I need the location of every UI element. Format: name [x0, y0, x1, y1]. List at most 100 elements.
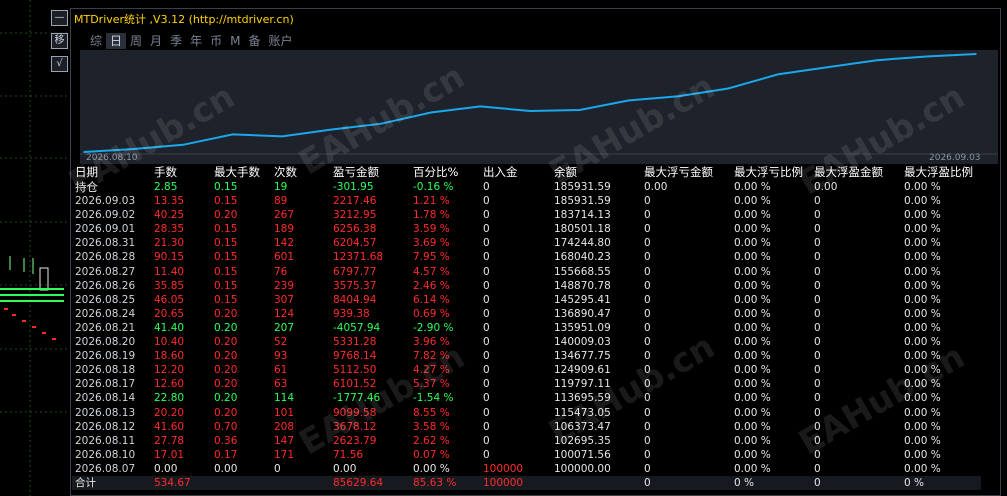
tab-magic[interactable]: M — [226, 33, 244, 49]
balance-chart-svg — [80, 53, 998, 155]
row-max-lots: 0.20 — [214, 364, 238, 377]
row-max-dd-pct: 0.00 % — [734, 265, 771, 278]
row-pnl: 0.00 — [333, 462, 357, 475]
tab-summary[interactable]: 综 — [86, 33, 106, 49]
balance-point — [182, 144, 184, 146]
row-max-dd: 0 — [644, 237, 651, 250]
row-lots: 18.60 — [154, 350, 185, 363]
holding-max-fp: 0.00 — [814, 181, 838, 193]
row-pnl: 71.56 — [333, 448, 364, 461]
holding-pnl: -301.95 — [333, 181, 374, 193]
row-balance: 134677.75 — [554, 350, 611, 363]
row-count: 52 — [274, 336, 288, 349]
row-pct: 6.14 % — [413, 293, 450, 306]
row-max-dd: 0 — [644, 336, 651, 349]
holding-max-dd-pct: 0.00 % — [734, 181, 771, 193]
row-max-dd-pct: 0.00 % — [734, 420, 771, 433]
tab-note[interactable]: 备 — [244, 33, 264, 49]
table-row: 2026.08.07 0.00 0.00 0 0.00 0.00 % 100000 10000… — [72, 462, 981, 476]
balance-point — [876, 59, 878, 61]
holding-io: 0 — [483, 181, 490, 193]
row-balance: 106373.47 — [554, 420, 611, 433]
row-max-dd: 0 — [644, 251, 651, 264]
row-pct: 2.46 % — [413, 279, 450, 292]
tab-quarter[interactable]: 季 — [166, 33, 186, 49]
row-lots: 11.40 — [154, 265, 185, 278]
row-balance: 102695.35 — [554, 434, 611, 447]
chart-end-date: 2026.09.03 — [929, 153, 981, 163]
row-date: 2026.08.12 — [75, 420, 136, 433]
table-row: 2026.08.26 35.85 0.15 239 3575.37 2.46 % 0 1488… — [72, 279, 981, 293]
row-pnl: 6101.52 — [333, 378, 377, 391]
tab-week[interactable]: 周 — [126, 33, 146, 49]
minimize-button[interactable]: — — [51, 10, 68, 26]
daily-stats-table: 日期 手数 最大手数 次数 盈亏金额 百分比% 出入金 余额 最大浮亏金额 最大… — [72, 165, 981, 491]
table-row: 2026.09.03 13.35 0.15 89 2217.46 1.21 % 0 18593… — [72, 194, 981, 208]
balance-point — [776, 73, 779, 76]
row-date: 2026.08.17 — [75, 378, 136, 391]
row-max-fp-pct: 0.00 % — [904, 434, 941, 447]
row-max-lots: 0.15 — [214, 293, 238, 306]
row-io: 0 — [483, 420, 490, 433]
row-max-fp-pct: 0.00 % — [904, 307, 941, 320]
row-balance: 155668.55 — [554, 265, 611, 278]
row-max-dd: 0 — [644, 448, 651, 461]
tab-account[interactable]: 账户 — [264, 33, 296, 49]
tab-currency[interactable]: 币 — [206, 33, 226, 49]
row-max-fp: 0 — [814, 251, 821, 264]
tab-day[interactable]: 日 — [106, 33, 127, 49]
row-count: 124 — [274, 307, 295, 320]
row-max-dd-pct: 0.00 % — [734, 321, 771, 334]
row-max-lots: 0.15 — [214, 265, 238, 278]
row-max-lots: 0.20 — [214, 406, 238, 419]
period-tabs: 综 日 周 月 季 年 币 M 备 账户 — [86, 33, 297, 49]
row-count: 171 — [274, 448, 295, 461]
row-io: 0 — [483, 406, 490, 419]
row-max-lots: 0.00 — [214, 462, 238, 475]
row-max-dd: 0 — [644, 434, 651, 447]
tab-month[interactable]: 月 — [146, 33, 166, 49]
balance-line — [83, 53, 977, 153]
row-io: 0 — [483, 336, 490, 349]
row-pnl: 8404.94 — [333, 293, 377, 306]
row-lots: 20.20 — [154, 406, 185, 419]
row-pct: 3.59 % — [413, 223, 450, 236]
row-pnl: 939.38 — [333, 307, 370, 320]
row-max-fp-pct: 0.00 % — [904, 364, 941, 377]
table-row: 2026.08.28 90.15 0.15 601 12371.68 7.95 % 0 168… — [72, 250, 981, 264]
row-max-lots: 0.70 — [214, 420, 238, 433]
row-io: 0 — [483, 307, 490, 320]
row-count: 63 — [274, 378, 288, 391]
holding-balance: 185931.59 — [554, 181, 611, 193]
row-max-lots: 0.20 — [214, 307, 238, 320]
row-io: 0 — [483, 223, 490, 236]
header-balance: 余额 — [554, 165, 577, 180]
row-max-fp: 0 — [814, 307, 821, 320]
row-max-lots: 0.15 — [214, 237, 238, 250]
row-io: 0 — [483, 237, 490, 250]
tab-year[interactable]: 年 — [186, 33, 206, 49]
chart-start-date: 2026.08.10 — [86, 153, 138, 163]
row-date: 2026.08.19 — [75, 350, 136, 363]
row-io: 0 — [483, 293, 490, 306]
row-max-fp-pct: 0.00 % — [904, 237, 941, 250]
row-max-fp-pct: 0.00 % — [904, 462, 941, 475]
row-pnl: 3678.12 — [333, 420, 377, 433]
row-pct: 2.62 % — [413, 434, 450, 447]
balance-point — [479, 105, 482, 108]
row-pnl: 6204.57 — [333, 237, 377, 250]
row-max-dd-pct: 0.00 % — [734, 195, 771, 208]
row-max-lots: 0.20 — [214, 392, 238, 405]
row-pct: 0.69 % — [413, 307, 450, 320]
row-max-dd-pct: 0.00 % — [734, 307, 771, 320]
check-button[interactable]: √ — [51, 56, 68, 72]
row-date: 2026.08.20 — [75, 336, 136, 349]
row-max-dd: 0 — [644, 462, 651, 475]
table-row: 2026.09.02 40.25 0.20 267 3212.95 1.78 % 0 1837… — [72, 208, 981, 222]
row-max-fp-pct: 0.00 % — [904, 378, 941, 391]
row-max-dd-pct: 0.00 % — [734, 251, 771, 264]
move-button[interactable]: 移 — [51, 33, 68, 49]
row-max-dd-pct: 0.00 % — [734, 364, 771, 377]
row-io: 0 — [483, 448, 490, 461]
row-pnl: 9099.58 — [333, 406, 377, 419]
